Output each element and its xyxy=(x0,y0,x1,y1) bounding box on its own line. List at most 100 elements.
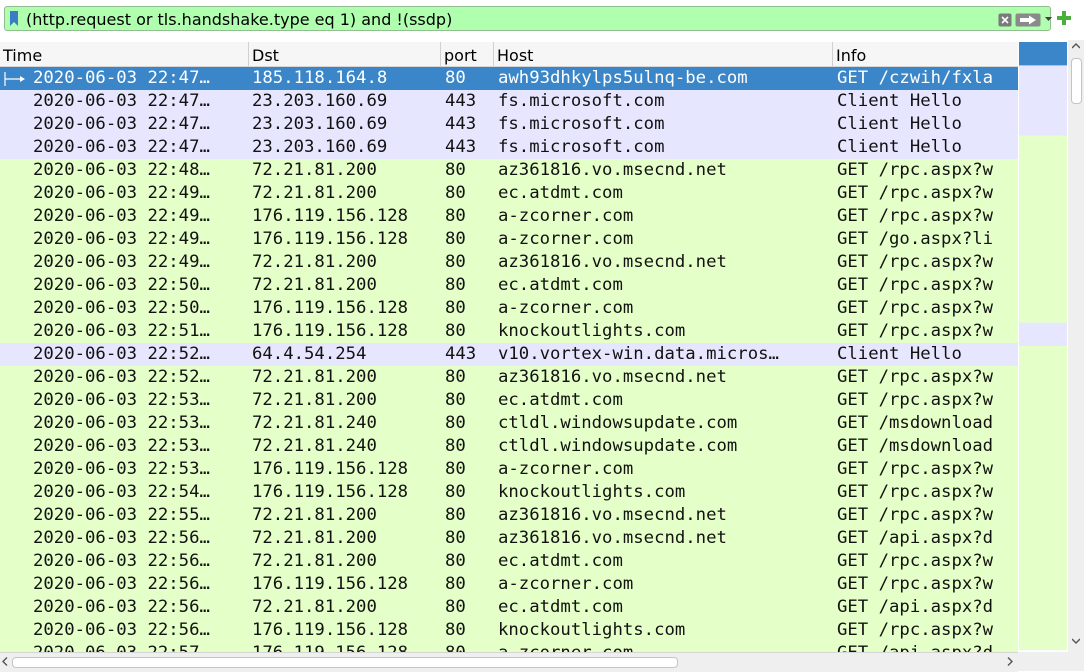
packet-row[interactable]: 2020-06-03 22:53… 72.21.81.240 80 ctldl.win… xyxy=(0,435,1018,458)
cell-port: 80 xyxy=(445,160,466,180)
cell-time: 2020-06-03 22:56… xyxy=(33,551,210,571)
cell-info: GET /msdownload xyxy=(837,436,994,456)
cell-host: az361816.vo.msecnd.net xyxy=(498,252,727,272)
cell-time: 2020-06-03 22:50… xyxy=(33,275,210,295)
packet-row[interactable]: 2020-06-03 22:49… 72.21.81.200 80 az361816.… xyxy=(0,251,1018,274)
cell-time: 2020-06-03 22:51… xyxy=(33,321,210,341)
packet-row[interactable]: 2020-06-03 22:53… 72.21.81.200 80 ec.atdmt.… xyxy=(0,389,1018,412)
minimap-mark xyxy=(1019,369,1067,394)
cell-host: v10.vortex-win.data.micros… xyxy=(498,344,779,364)
cell-dst: 72.21.81.200 xyxy=(252,183,377,203)
cell-port: 80 xyxy=(445,275,466,295)
minimap-strip[interactable] xyxy=(1019,42,1067,650)
packet-row[interactable]: 2020-06-03 22:52… 64.4.54.254 443 v10.vorte… xyxy=(0,343,1018,366)
cell-host: ctldl.windowsupdate.com xyxy=(498,413,738,433)
vertical-scrollbar[interactable] xyxy=(1068,40,1084,652)
minimap-mark xyxy=(1019,603,1067,628)
packet-list-minimap[interactable] xyxy=(1018,40,1068,652)
cell-dst: 176.119.156.128 xyxy=(252,321,409,341)
vertical-scroll-thumb[interactable] xyxy=(1071,58,1082,104)
scrollbar-corner xyxy=(1018,652,1084,671)
dropdown-arrow-icon[interactable] xyxy=(1044,14,1053,24)
cell-host: a-zcorner.com xyxy=(498,206,634,226)
cell-time: 2020-06-03 22:53… xyxy=(33,413,210,433)
cell-info: Client Hello xyxy=(837,137,962,157)
packet-row[interactable]: 2020-06-03 22:49… 176.119.156.128 80 a-zcor… xyxy=(0,205,1018,228)
packet-row[interactable]: 2020-06-03 22:51… 176.119.156.128 80 knocko… xyxy=(0,320,1018,343)
cell-port: 80 xyxy=(445,574,466,594)
add-filter-plus-icon[interactable] xyxy=(1057,11,1071,25)
display-filter-field[interactable]: (http.request or tls.handshake.type eq 1… xyxy=(4,6,1053,31)
cell-port: 80 xyxy=(445,252,466,272)
apply-filter-arrow-icon[interactable] xyxy=(1015,13,1041,27)
cell-port: 80 xyxy=(445,183,466,203)
cell-dst: 176.119.156.128 xyxy=(252,574,409,594)
column-header-dst[interactable]: Dst xyxy=(249,42,441,66)
packet-row[interactable]: 2020-06-03 22:50… 72.21.81.200 80 ec.atdmt.… xyxy=(0,274,1018,297)
packet-row[interactable]: 2020-06-03 22:57… 176.119.156.128 80 a-zcor… xyxy=(0,642,1018,652)
packet-row[interactable]: 2020-06-03 22:56… 72.21.81.200 80 ec.atdmt.… xyxy=(0,596,1018,619)
clear-filter-icon[interactable] xyxy=(998,13,1012,27)
scroll-right-arrow-icon[interactable] xyxy=(1007,657,1013,666)
cell-host: az361816.vo.msecnd.net xyxy=(498,367,727,387)
packet-row[interactable]: 2020-06-03 22:52… 72.21.81.200 80 az361816.… xyxy=(0,366,1018,389)
cell-dst: 23.203.160.69 xyxy=(252,137,388,157)
cell-port: 80 xyxy=(445,229,466,249)
cell-port: 80 xyxy=(445,390,466,410)
column-header-host[interactable]: Host xyxy=(494,42,833,66)
cell-info: GET /rpc.aspx?w xyxy=(837,367,994,387)
cell-time: 2020-06-03 22:56… xyxy=(33,620,210,640)
cell-host: knockoutlights.com xyxy=(498,321,686,341)
cell-port: 443 xyxy=(445,137,477,157)
packet-row[interactable]: 2020-06-03 22:56… 72.21.81.200 80 ec.atdmt.… xyxy=(0,550,1018,573)
packet-row[interactable]: 2020-06-03 22:55… 72.21.81.200 80 az361816.… xyxy=(0,504,1018,527)
cell-info: GET /api.aspx?d xyxy=(837,597,994,617)
packet-row[interactable]: 2020-06-03 22:49… 176.119.156.128 80 a-zcor… xyxy=(0,228,1018,251)
cell-time: 2020-06-03 22:49… xyxy=(33,183,210,203)
packet-row[interactable]: 2020-06-03 22:47… 23.203.160.69 443 fs.micr… xyxy=(0,113,1018,136)
packet-row[interactable]: 2020-06-03 22:47… 23.203.160.69 443 fs.micr… xyxy=(0,90,1018,113)
column-header-info[interactable]: Info xyxy=(833,42,1018,66)
cell-time: 2020-06-03 22:49… xyxy=(33,206,210,226)
cell-port: 80 xyxy=(445,459,466,479)
packet-row[interactable]: 2020-06-03 22:56… 176.119.156.128 80 a-zcor… xyxy=(0,573,1018,596)
cell-host: ec.atdmt.com xyxy=(498,551,623,571)
horizontal-scrollbar[interactable] xyxy=(0,652,1018,672)
minimap-mark xyxy=(1019,416,1067,441)
cell-info: Client Hello xyxy=(837,91,962,111)
packet-row[interactable]: 2020-06-03 22:54… 176.119.156.128 80 knocko… xyxy=(0,481,1018,504)
packet-row[interactable]: 2020-06-03 22:49… 72.21.81.200 80 ec.atdmt.… xyxy=(0,182,1018,205)
minimap-mark xyxy=(1019,509,1067,534)
cell-time: 2020-06-03 22:50… xyxy=(33,298,210,318)
horizontal-scroll-thumb[interactable] xyxy=(12,657,678,668)
packet-row[interactable]: 2020-06-03 22:47… 185.118.164.8 80 awh93dhk… xyxy=(0,67,1018,90)
minimap-mark xyxy=(1019,205,1067,230)
cell-dst: 72.21.81.200 xyxy=(252,528,377,548)
packet-row[interactable]: 2020-06-03 22:53… 72.21.81.240 80 ctldl.win… xyxy=(0,412,1018,435)
minimap-mark xyxy=(1019,112,1067,137)
bookmark-icon[interactable] xyxy=(9,11,19,26)
cell-dst: 176.119.156.128 xyxy=(252,620,409,640)
cell-host: ctldl.windowsupdate.com xyxy=(498,436,738,456)
minimap-mark xyxy=(1019,229,1067,253)
cell-info: GET /rpc.aspx?w xyxy=(837,321,994,341)
packet-row[interactable]: 2020-06-03 22:50… 176.119.156.128 80 a-zcor… xyxy=(0,297,1018,320)
cell-time: 2020-06-03 22:47… xyxy=(33,68,210,88)
packet-row[interactable]: 2020-06-03 22:53… 176.119.156.128 80 a-zcor… xyxy=(0,458,1018,481)
cell-host: a-zcorner.com xyxy=(498,298,634,318)
packet-row[interactable]: 2020-06-03 22:56… 72.21.81.200 80 az361816.… xyxy=(0,527,1018,550)
packet-row[interactable]: 2020-06-03 22:56… 176.119.156.128 80 knocko… xyxy=(0,619,1018,642)
cell-host: az361816.vo.msecnd.net xyxy=(498,160,727,180)
scroll-up-arrow-icon[interactable] xyxy=(1072,43,1080,49)
display-filter-input[interactable]: (http.request or tls.handshake.type eq 1… xyxy=(26,10,452,29)
cell-dst: 72.21.81.200 xyxy=(252,505,377,525)
column-header-time[interactable]: Time xyxy=(0,42,249,66)
packet-row[interactable]: 2020-06-03 22:47… 23.203.160.69 443 fs.micr… xyxy=(0,136,1018,159)
column-header-port[interactable]: port xyxy=(441,42,494,66)
minimap-mark xyxy=(1019,275,1067,300)
scroll-down-arrow-icon[interactable] xyxy=(1072,638,1080,644)
packet-row[interactable]: 2020-06-03 22:48… 72.21.81.200 80 az361816.… xyxy=(0,159,1018,182)
cell-port: 80 xyxy=(445,528,466,548)
cell-dst: 176.119.156.128 xyxy=(252,298,409,318)
scroll-left-arrow-icon[interactable] xyxy=(2,657,8,666)
